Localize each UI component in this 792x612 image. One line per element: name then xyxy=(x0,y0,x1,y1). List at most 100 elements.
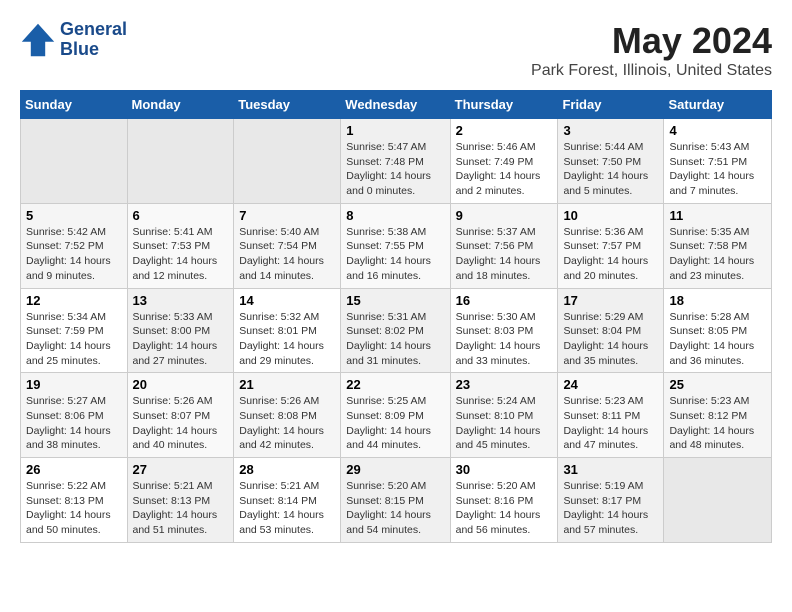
day-info: Sunrise: 5:44 AM Sunset: 7:50 PM Dayligh… xyxy=(563,140,658,199)
day-number: 31 xyxy=(563,462,658,477)
calendar-cell: 30Sunrise: 5:20 AM Sunset: 8:16 PM Dayli… xyxy=(450,458,558,543)
day-number: 9 xyxy=(456,208,553,223)
day-info: Sunrise: 5:21 AM Sunset: 8:13 PM Dayligh… xyxy=(133,479,229,538)
day-header-tuesday: Tuesday xyxy=(234,91,341,119)
calendar-cell xyxy=(127,119,234,204)
day-info: Sunrise: 5:40 AM Sunset: 7:54 PM Dayligh… xyxy=(239,225,335,284)
logo-icon xyxy=(20,22,56,58)
calendar-cell: 5 Sunrise: 5:42 AM Sunset: 7:52 PM Daylig… xyxy=(21,203,128,288)
day-number: 27 xyxy=(133,462,229,477)
calendar-cell: 15 Sunrise: 5:31 AM Sunset: 8:02 PM Dayli… xyxy=(341,288,450,373)
calendar-cell: 19 Sunrise: 5:27 AM Sunset: 8:06 PM Dayli… xyxy=(21,373,128,458)
calendar-cell: 2 Sunrise: 5:46 AM Sunset: 7:49 PM Daylig… xyxy=(450,119,558,204)
day-number: 30 xyxy=(456,462,553,477)
day-info: Sunrise: 5:42 AM Sunset: 7:52 PM Dayligh… xyxy=(26,225,122,284)
calendar-cell: 28 Sunrise: 5:21 AM Sunset: 8:14 PM Dayli… xyxy=(234,458,341,543)
day-info: Sunrise: 5:37 AM Sunset: 7:56 PM Dayligh… xyxy=(456,225,553,284)
day-number: 22 xyxy=(346,377,444,392)
day-number: 5 xyxy=(26,208,122,223)
day-info: Sunrise: 5:19 AM Sunset: 8:17 PM Dayligh… xyxy=(563,479,658,538)
calendar-cell: 11 Sunrise: 5:35 AM Sunset: 7:58 PM Dayli… xyxy=(664,203,772,288)
logo-text: General Blue xyxy=(60,20,127,60)
day-info: Sunrise: 5:34 AM Sunset: 7:59 PM Dayligh… xyxy=(26,310,122,369)
day-header-thursday: Thursday xyxy=(450,91,558,119)
day-info: Sunrise: 5:30 AM Sunset: 8:03 PM Dayligh… xyxy=(456,310,553,369)
day-number: 10 xyxy=(563,208,658,223)
day-number: 21 xyxy=(239,377,335,392)
calendar-cell: 25Sunrise: 5:23 AM Sunset: 8:12 PM Dayli… xyxy=(664,373,772,458)
calendar-week-row: 5 Sunrise: 5:42 AM Sunset: 7:52 PM Daylig… xyxy=(21,203,772,288)
day-info: Sunrise: 5:22 AM Sunset: 8:13 PM Dayligh… xyxy=(26,479,122,538)
day-number: 7 xyxy=(239,208,335,223)
day-info: Sunrise: 5:27 AM Sunset: 8:06 PM Dayligh… xyxy=(26,394,122,453)
calendar-cell: 4Sunrise: 5:43 AM Sunset: 7:51 PM Daylig… xyxy=(664,119,772,204)
day-info: Sunrise: 5:33 AM Sunset: 8:00 PM Dayligh… xyxy=(133,310,229,369)
calendar-cell: 7 Sunrise: 5:40 AM Sunset: 7:54 PM Daylig… xyxy=(234,203,341,288)
calendar-cell xyxy=(21,119,128,204)
day-info: Sunrise: 5:20 AM Sunset: 8:15 PM Dayligh… xyxy=(346,479,444,538)
calendar-subtitle: Park Forest, Illinois, United States xyxy=(531,62,772,80)
day-header-monday: Monday xyxy=(127,91,234,119)
day-info: Sunrise: 5:35 AM Sunset: 7:58 PM Dayligh… xyxy=(669,225,766,284)
day-number: 1 xyxy=(346,123,444,138)
calendar-cell: 29 Sunrise: 5:20 AM Sunset: 8:15 PM Dayli… xyxy=(341,458,450,543)
day-number: 16 xyxy=(456,293,553,308)
day-info: Sunrise: 5:46 AM Sunset: 7:49 PM Dayligh… xyxy=(456,140,553,199)
day-info: Sunrise: 5:28 AM Sunset: 8:05 PM Dayligh… xyxy=(669,310,766,369)
day-number: 13 xyxy=(133,293,229,308)
calendar-cell: 21 Sunrise: 5:26 AM Sunset: 8:08 PM Dayli… xyxy=(234,373,341,458)
logo-line1: General xyxy=(60,20,127,40)
day-number: 18 xyxy=(669,293,766,308)
day-number: 17 xyxy=(563,293,658,308)
day-number: 3 xyxy=(563,123,658,138)
day-info: Sunrise: 5:21 AM Sunset: 8:14 PM Dayligh… xyxy=(239,479,335,538)
calendar-cell: 31 Sunrise: 5:19 AM Sunset: 8:17 PM Dayli… xyxy=(558,458,664,543)
day-header-saturday: Saturday xyxy=(664,91,772,119)
day-info: Sunrise: 5:31 AM Sunset: 8:02 PM Dayligh… xyxy=(346,310,444,369)
calendar-week-row: 1Sunrise: 5:47 AM Sunset: 7:48 PM Daylig… xyxy=(21,119,772,204)
day-number: 11 xyxy=(669,208,766,223)
day-number: 12 xyxy=(26,293,122,308)
day-number: 14 xyxy=(239,293,335,308)
calendar-cell xyxy=(234,119,341,204)
calendar-cell: 1Sunrise: 5:47 AM Sunset: 7:48 PM Daylig… xyxy=(341,119,450,204)
calendar-week-row: 12 Sunrise: 5:34 AM Sunset: 7:59 PM Dayli… xyxy=(21,288,772,373)
calendar-cell: 8Sunrise: 5:38 AM Sunset: 7:55 PM Daylig… xyxy=(341,203,450,288)
calendar-cell: 27 Sunrise: 5:21 AM Sunset: 8:13 PM Dayli… xyxy=(127,458,234,543)
day-number: 28 xyxy=(239,462,335,477)
calendar-cell: 12 Sunrise: 5:34 AM Sunset: 7:59 PM Dayli… xyxy=(21,288,128,373)
calendar-cell: 26Sunrise: 5:22 AM Sunset: 8:13 PM Dayli… xyxy=(21,458,128,543)
calendar-cell: 24Sunrise: 5:23 AM Sunset: 8:11 PM Dayli… xyxy=(558,373,664,458)
calendar-table: SundayMondayTuesdayWednesdayThursdayFrid… xyxy=(20,90,772,543)
day-number: 29 xyxy=(346,462,444,477)
day-number: 24 xyxy=(563,377,658,392)
day-number: 19 xyxy=(26,377,122,392)
calendar-cell: 14 Sunrise: 5:32 AM Sunset: 8:01 PM Dayli… xyxy=(234,288,341,373)
day-number: 2 xyxy=(456,123,553,138)
calendar-cell: 22 Sunrise: 5:25 AM Sunset: 8:09 PM Dayli… xyxy=(341,373,450,458)
logo-line2: Blue xyxy=(60,40,127,60)
day-header-friday: Friday xyxy=(558,91,664,119)
title-block: May 2024 Park Forest, Illinois, United S… xyxy=(531,20,772,80)
logo: General Blue xyxy=(20,20,127,60)
calendar-cell: 6 Sunrise: 5:41 AM Sunset: 7:53 PM Daylig… xyxy=(127,203,234,288)
day-number: 15 xyxy=(346,293,444,308)
day-info: Sunrise: 5:25 AM Sunset: 8:09 PM Dayligh… xyxy=(346,394,444,453)
day-number: 6 xyxy=(133,208,229,223)
day-number: 23 xyxy=(456,377,553,392)
days-header-row: SundayMondayTuesdayWednesdayThursdayFrid… xyxy=(21,91,772,119)
day-info: Sunrise: 5:23 AM Sunset: 8:12 PM Dayligh… xyxy=(669,394,766,453)
day-info: Sunrise: 5:41 AM Sunset: 7:53 PM Dayligh… xyxy=(133,225,229,284)
calendar-cell: 23 Sunrise: 5:24 AM Sunset: 8:10 PM Dayli… xyxy=(450,373,558,458)
page-header: General Blue May 2024 Park Forest, Illin… xyxy=(20,20,772,80)
day-info: Sunrise: 5:32 AM Sunset: 8:01 PM Dayligh… xyxy=(239,310,335,369)
day-info: Sunrise: 5:43 AM Sunset: 7:51 PM Dayligh… xyxy=(669,140,766,199)
calendar-cell: 10 Sunrise: 5:36 AM Sunset: 7:57 PM Dayli… xyxy=(558,203,664,288)
day-info: Sunrise: 5:24 AM Sunset: 8:10 PM Dayligh… xyxy=(456,394,553,453)
day-header-wednesday: Wednesday xyxy=(341,91,450,119)
day-info: Sunrise: 5:26 AM Sunset: 8:08 PM Dayligh… xyxy=(239,394,335,453)
calendar-cell: 17Sunrise: 5:29 AM Sunset: 8:04 PM Dayli… xyxy=(558,288,664,373)
day-number: 8 xyxy=(346,208,444,223)
calendar-cell: 20Sunrise: 5:26 AM Sunset: 8:07 PM Dayli… xyxy=(127,373,234,458)
day-info: Sunrise: 5:36 AM Sunset: 7:57 PM Dayligh… xyxy=(563,225,658,284)
